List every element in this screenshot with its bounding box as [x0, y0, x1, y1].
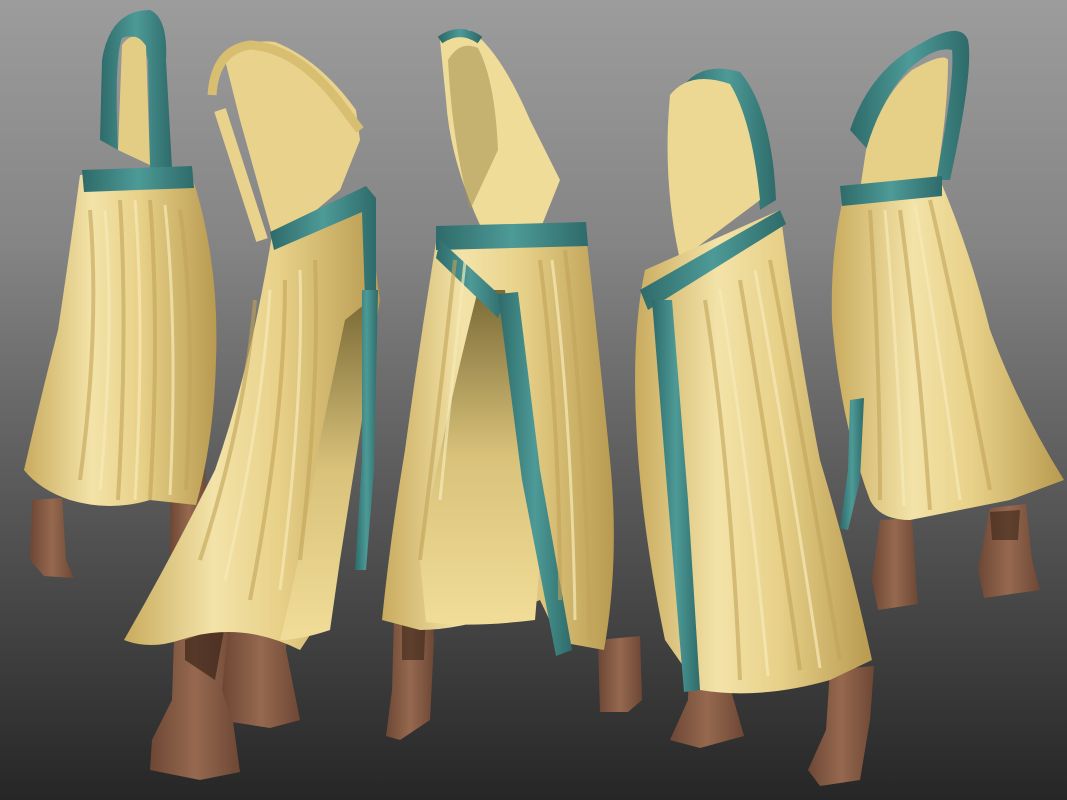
garment-view-4 [635, 68, 874, 786]
waist-band [82, 166, 194, 192]
robe-body [831, 180, 1064, 520]
boot-right [808, 666, 874, 786]
belt-tail [840, 398, 864, 530]
garment-view-3 [382, 29, 642, 740]
garment-turnaround-render [24, 10, 1064, 786]
garment-view-5 [831, 30, 1064, 610]
boot-left [872, 518, 918, 610]
garment-view-1 [24, 10, 217, 578]
render-viewport [0, 0, 1067, 800]
boot-right [598, 636, 642, 712]
waist-band [436, 222, 588, 250]
boot-left [30, 498, 74, 578]
